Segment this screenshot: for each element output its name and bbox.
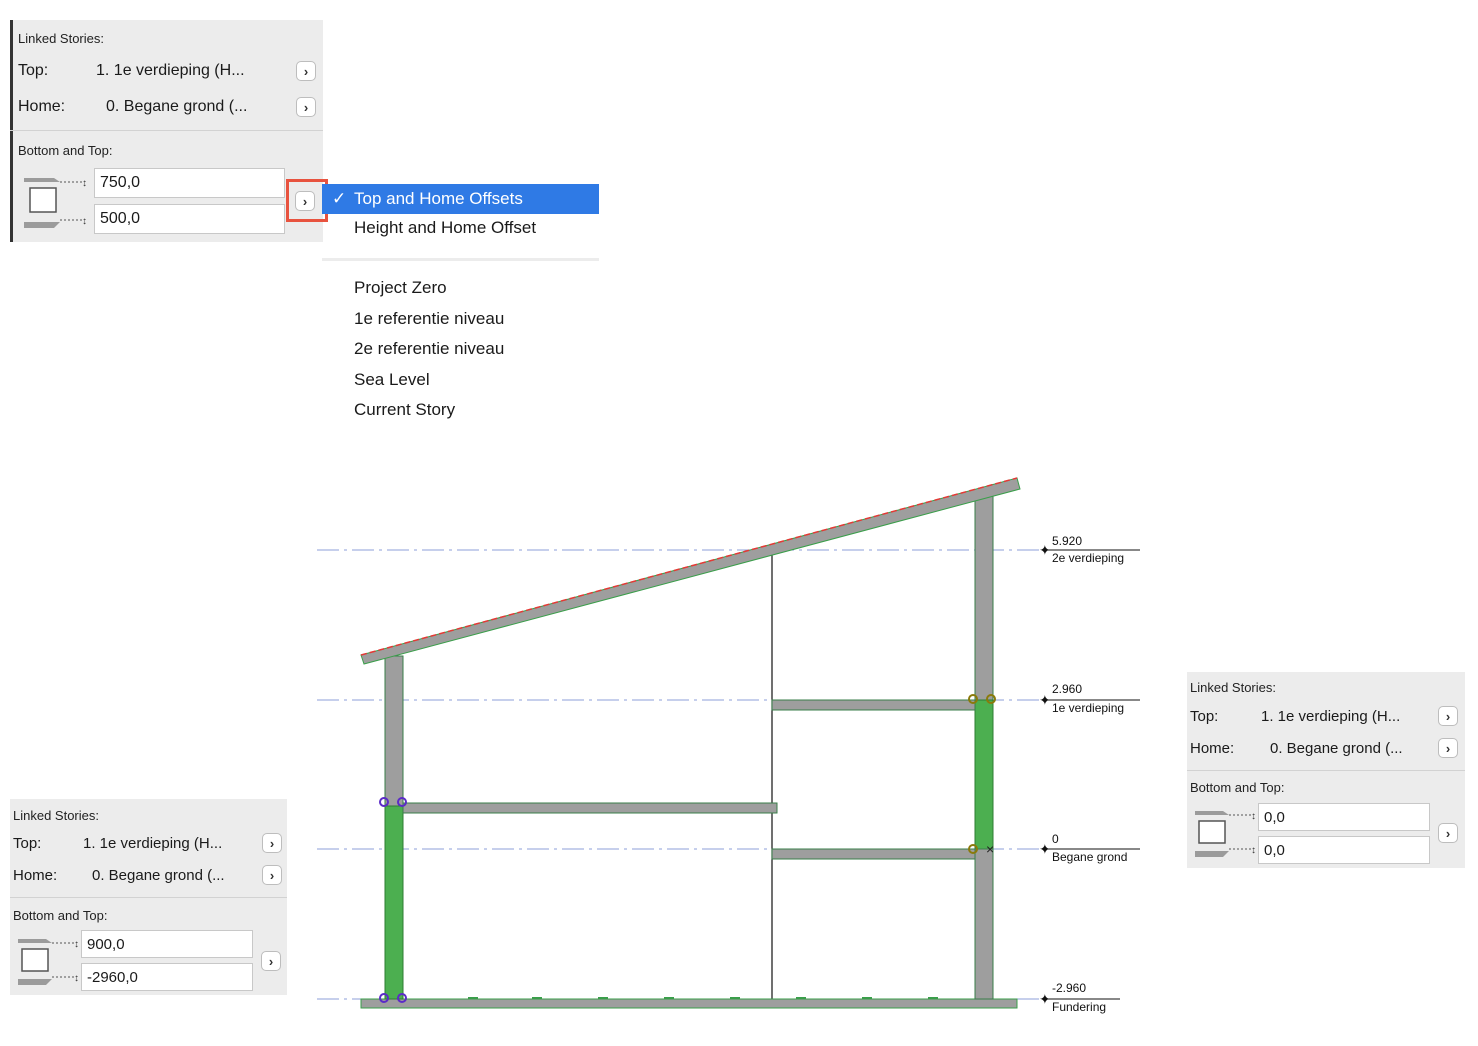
right-lower-floor-slab (771, 848, 976, 860)
level-name: 1e verdieping (1052, 701, 1124, 715)
svg-text:✦: ✦ (1039, 991, 1051, 1007)
svg-text:✦: ✦ (1039, 692, 1051, 708)
top-story-value: 1. 1e verdieping (H... (1261, 707, 1401, 725)
top-offset-field[interactable]: 0,0 (1258, 803, 1430, 831)
left-wall-linked (384, 805, 404, 1000)
svg-text:↕: ↕ (1251, 811, 1256, 822)
bottom-top-label: Bottom and Top: (13, 908, 108, 923)
story-lines (317, 549, 1045, 1000)
linked-stories-label: Linked Stories: (1190, 680, 1276, 695)
top-story-row[interactable]: Top: 1. 1e verdieping (H... › (1187, 704, 1465, 728)
svg-text:↕: ↕ (74, 973, 79, 984)
roof (360, 477, 1021, 665)
left-wall-upper (384, 655, 404, 807)
linked-stories-panel-bottom: Linked Stories: Top: 1. 1e verdieping (H… (10, 799, 287, 995)
divider (1187, 770, 1465, 771)
offset-mode-arrow-button[interactable]: › (1438, 823, 1458, 843)
level-marker-2e: ✦ 5.920 2e verdieping (1039, 534, 1140, 565)
level-marker-1e: ✦ 2.960 1e verdieping (1039, 682, 1140, 715)
right-upper-floor-slab (771, 699, 976, 711)
level-name: 2e verdieping (1052, 551, 1124, 565)
offset-mode-arrow-button[interactable]: › (261, 951, 281, 971)
home-story-value: 0. Begane grond (... (92, 866, 225, 884)
level-name: Begane grond (1052, 850, 1127, 864)
divider (10, 897, 287, 898)
bottom-offset-field[interactable]: -2960,0 (81, 963, 253, 991)
linked-stories-label: Linked Stories: (13, 808, 99, 823)
home-story-row[interactable]: Home: 0. Begane grond (... › (10, 863, 287, 887)
top-label: Top: (13, 834, 42, 852)
home-story-arrow-button[interactable]: › (1438, 738, 1458, 758)
right-wall-upper (974, 494, 994, 701)
top-story-value: 1. 1e verdieping (H... (83, 834, 223, 852)
svg-text:✦: ✦ (1039, 542, 1051, 558)
home-label: Home: (13, 866, 58, 884)
svg-text:✦: ✦ (1039, 841, 1051, 857)
level-elevation: -2.960 (1052, 981, 1086, 995)
level-marker-fundering: ✦ -2.960 Fundering (1039, 981, 1120, 1014)
svg-text:↕: ↕ (1251, 845, 1256, 856)
cross-marker-icon: × (986, 841, 994, 857)
right-wall-linked (974, 699, 994, 850)
bottom-top-label: Bottom and Top: (1190, 780, 1285, 795)
offset-stack-icon: ↕ ↕ (18, 939, 79, 985)
top-story-arrow-button[interactable]: › (262, 833, 282, 853)
top-story-row[interactable]: Top: 1. 1e verdieping (H... › (10, 831, 287, 855)
bottom-offset-field[interactable]: 0,0 (1258, 836, 1430, 864)
level-elevation: 0 (1052, 832, 1059, 846)
foundation-slab (360, 998, 1018, 1009)
level-marker-begane: ✦ 0 Begane grond (1039, 832, 1140, 864)
level-elevation: 2.960 (1052, 682, 1082, 696)
level-elevation: 5.920 (1052, 534, 1082, 548)
left-floor-slab (402, 802, 778, 814)
level-name: Fundering (1052, 1000, 1106, 1014)
offset-stack-icon: ↕ ↕ (1195, 811, 1256, 857)
home-story-value: 0. Begane grond (... (1270, 739, 1403, 757)
top-label: Top: (1190, 707, 1219, 725)
right-wall-lower (974, 848, 994, 1000)
home-story-arrow-button[interactable]: › (262, 865, 282, 885)
top-story-arrow-button[interactable]: › (1438, 706, 1458, 726)
svg-text:↕: ↕ (74, 939, 79, 950)
top-offset-field[interactable]: 900,0 (81, 930, 253, 958)
linked-stories-panel-right: Linked Stories: Top: 1. 1e verdieping (H… (1187, 672, 1465, 868)
home-story-row[interactable]: Home: 0. Begane grond (... › (1187, 736, 1465, 760)
home-label: Home: (1190, 739, 1235, 757)
